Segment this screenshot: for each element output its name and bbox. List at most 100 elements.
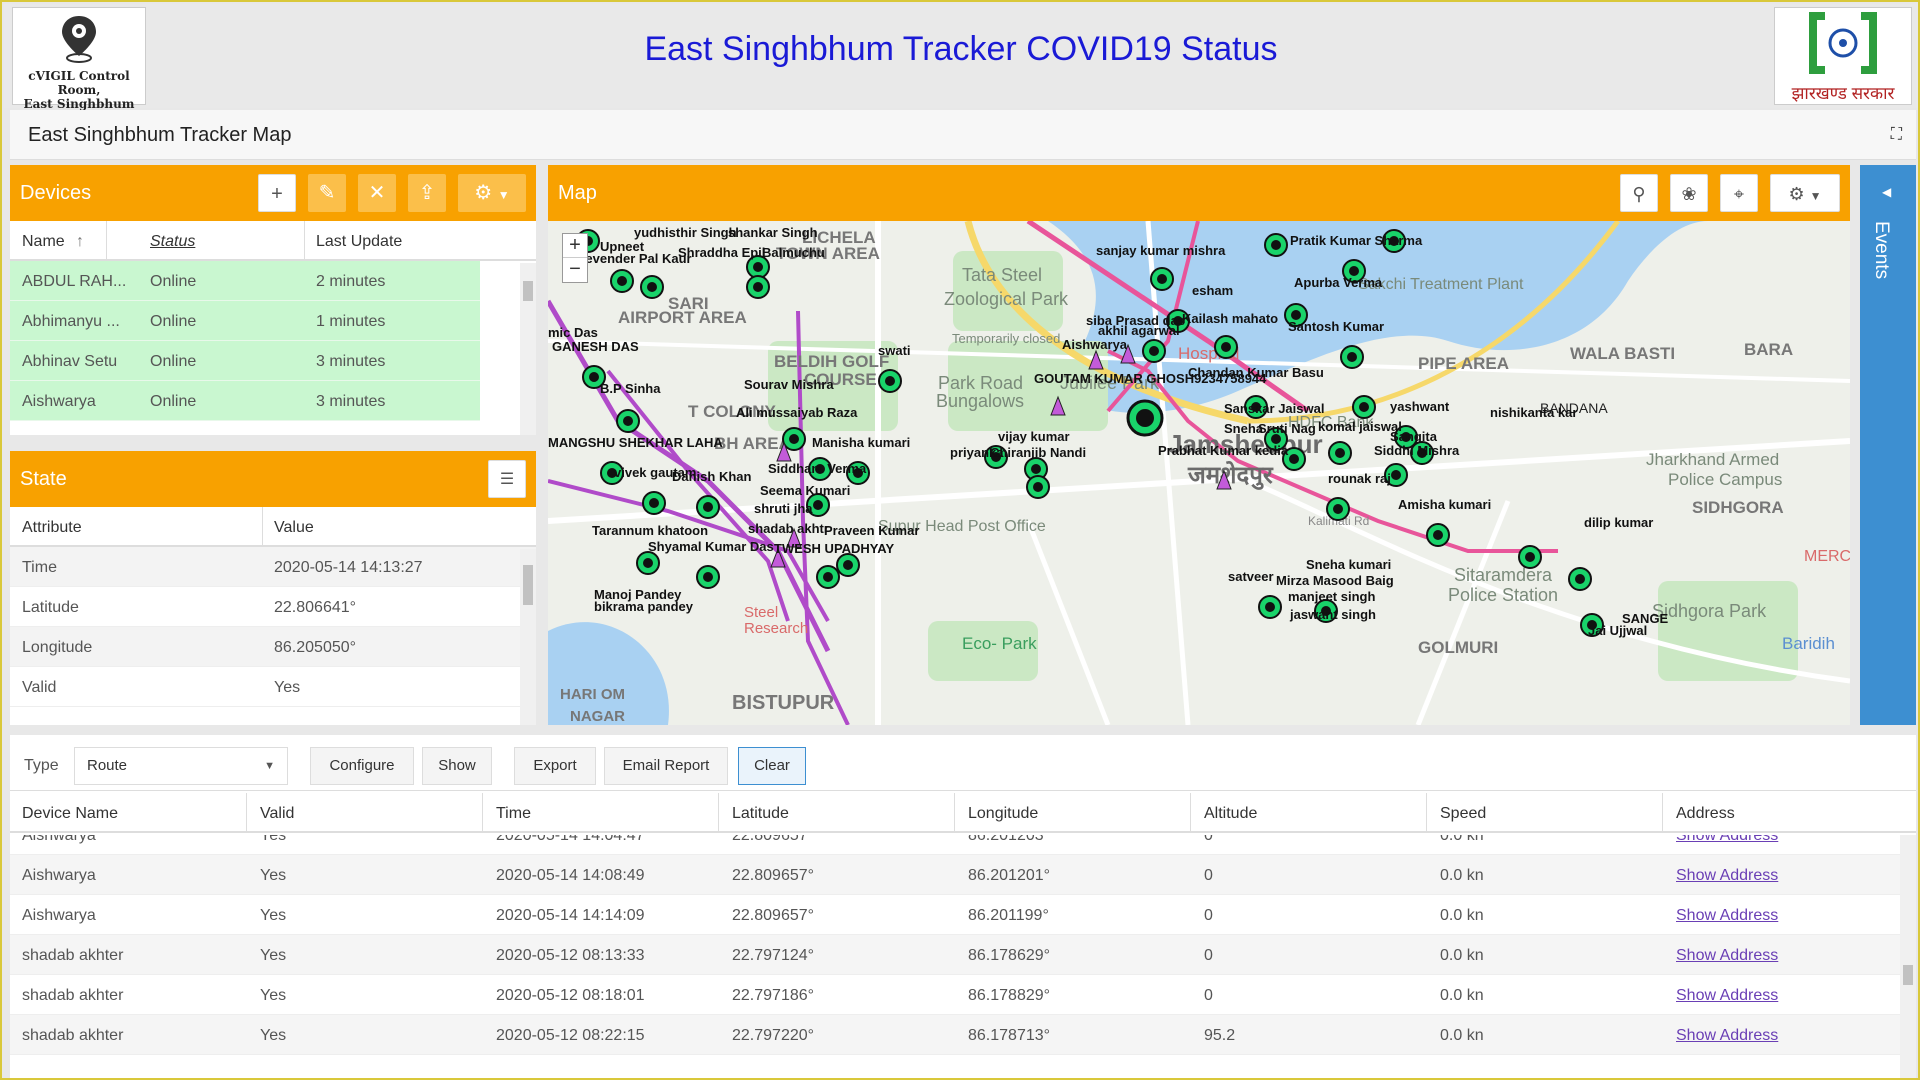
cell-speed: 0.0 kn — [1440, 1027, 1484, 1044]
cell-speed: 0.0 kn — [1440, 835, 1484, 844]
map-marker-label: nishikanta kar — [1490, 405, 1577, 420]
map-marker-label: Sangita — [1390, 429, 1438, 444]
col-valid[interactable]: Valid — [260, 805, 294, 823]
cell-speed: 0.0 kn — [1440, 987, 1484, 1004]
show-address-link[interactable]: Show Address — [1676, 835, 1778, 845]
clear-button[interactable]: Clear — [738, 747, 806, 785]
col-device-name[interactable]: Device Name — [22, 805, 118, 823]
list-icon[interactable]: ☰ — [488, 460, 526, 498]
map-marker-label: shankar Singh — [728, 225, 818, 240]
col-last-update[interactable]: Last Update — [316, 233, 402, 251]
cell-altitude: 95.2 — [1204, 1027, 1236, 1044]
device-row[interactable]: Abhinav Setu Online 3 minutes — [10, 341, 480, 381]
map-marker-person-icon — [1271, 240, 1281, 250]
device-settings-button[interactable]: ⚙ ▼ — [458, 174, 526, 212]
col-altitude[interactable]: Altitude — [1204, 805, 1257, 823]
chevron-down-icon: ▼ — [497, 188, 510, 202]
col-latitude[interactable]: Latitude — [732, 805, 789, 823]
show-address-link[interactable]: Show Address — [1676, 987, 1778, 1005]
report-toolbar: Type Route ▼ Configure Show Export Email… — [10, 735, 1916, 791]
state-title: State — [20, 468, 67, 490]
device-row[interactable]: Abhimanyu ... Online 1 minutes — [10, 301, 480, 341]
device-last-update: 2 minutes — [316, 273, 386, 290]
map-settings-button[interactable]: ⚙ ▼ — [1770, 174, 1840, 212]
map-marker-person-icon — [789, 434, 799, 444]
cell-device: Aishwarya — [22, 835, 96, 844]
cell-time: 2020-05-12 08:13:33 — [496, 947, 645, 964]
email-report-button[interactable]: Email Report — [604, 747, 728, 785]
export-button[interactable]: Export — [514, 747, 596, 785]
state-scrollbar[interactable] — [520, 549, 536, 725]
map-place-label: Park Road — [938, 373, 1023, 393]
col-time[interactable]: Time — [496, 805, 531, 823]
map-place-label: Steel — [744, 604, 778, 621]
map-marker-person-icon — [1433, 530, 1443, 540]
events-sidebar[interactable]: ◀ Events — [1860, 165, 1916, 725]
col-address[interactable]: Address — [1676, 805, 1735, 823]
tracker-map[interactable]: LICHELA TOWN AREA SARI AIRPORT AREA BELD… — [548, 221, 1850, 725]
col-speed[interactable]: Speed — [1440, 805, 1486, 823]
show-button[interactable]: Show — [422, 747, 492, 785]
report-type-select[interactable]: Route ▼ — [74, 747, 288, 785]
crosshair-icon[interactable]: ⌖ — [1720, 174, 1758, 212]
app-header: cVIGIL Control Room, East Singhbhum East… — [4, 4, 1918, 111]
upload-button[interactable]: ⇪ — [408, 174, 446, 212]
state-attribute: Longitude — [22, 639, 93, 656]
show-address-link[interactable]: Show Address — [1676, 867, 1778, 885]
report-scrollbar[interactable] — [1900, 835, 1916, 1078]
edit-device-button[interactable]: ✎ — [308, 174, 346, 212]
map-marker-person-icon — [1391, 470, 1401, 480]
map-area-label: BARA — [1744, 340, 1793, 359]
map-marker-label: Mirza Masood Baig — [1276, 573, 1394, 588]
report-row[interactable]: shadab akhter Yes 2020-05-12 08:13:33 22.79… — [10, 935, 1900, 975]
cell-device: shadab akhter — [22, 947, 124, 964]
cell-altitude: 0 — [1204, 867, 1213, 884]
col-longitude[interactable]: Longitude — [968, 805, 1038, 823]
map-place-label: Sidhgora Park — [1652, 601, 1767, 621]
cell-valid: Yes — [260, 835, 287, 844]
state-attribute: Time — [22, 559, 57, 576]
map-marker-label: sanjay kumar mishra — [1096, 243, 1226, 258]
map-marker-label: GANESH DAS — [552, 339, 639, 354]
report-row[interactable]: shadab akhter Yes 2020-05-12 08:18:01 22.79… — [10, 975, 1900, 1015]
map-marker-label: Sanskar Jaiswal — [1224, 401, 1324, 416]
state-attribute: Valid — [22, 679, 57, 696]
gear-icon: ⚙ — [1788, 184, 1805, 204]
remove-device-button[interactable]: ✕ — [358, 174, 396, 212]
devices-scrollbar[interactable] — [520, 263, 536, 435]
map-marker-label: B.P Sinha — [600, 381, 661, 396]
map-place-label: Zoological Park — [944, 289, 1069, 309]
device-row[interactable]: Aishwarya Online 3 minutes — [10, 381, 480, 421]
report-row[interactable]: Aishwarya Yes 2020-05-14 14:08:49 22.809657… — [10, 855, 1900, 895]
report-row[interactable]: shadab akhter Yes 2020-05-12 08:22:15 22.79… — [10, 1015, 1900, 1055]
configure-button[interactable]: Configure — [310, 747, 414, 785]
state-attribute: Latitude — [22, 599, 79, 616]
col-name[interactable]: Name — [22, 233, 65, 251]
cell-valid: Yes — [260, 947, 287, 964]
cell-time: 2020-05-14 14:08:49 — [496, 867, 645, 884]
zoom-out-button[interactable]: − — [563, 258, 587, 282]
report-row[interactable]: Aishwarya Yes 2020-05-14 14:04:47 22.809657… — [10, 835, 1900, 855]
device-row[interactable]: ABDUL RAH... Online 2 minutes — [10, 261, 480, 301]
map-place-label: Tata Steel — [962, 265, 1042, 285]
cell-time: 2020-05-12 08:18:01 — [496, 987, 645, 1004]
map-marker-label: Praveen Kumar — [824, 523, 919, 538]
zoom-in-button[interactable]: + — [563, 234, 587, 258]
map-area-label: BELDIH GOLF — [774, 352, 889, 371]
show-address-link[interactable]: Show Address — [1676, 1027, 1778, 1045]
app-frame: cVIGIL Control Room, East Singhbhum East… — [0, 0, 1920, 1080]
report-row[interactable]: Aishwarya Yes 2020-05-14 14:14:09 22.809657… — [10, 895, 1900, 935]
map-marker-label: Chiranjib Nandi — [990, 445, 1086, 460]
show-address-link[interactable]: Show Address — [1676, 907, 1778, 925]
map-marker-person-icon — [649, 498, 659, 508]
col-status[interactable]: Status — [150, 233, 195, 251]
paw-icon[interactable]: ❀ — [1670, 174, 1708, 212]
person-icon[interactable]: ⚲ — [1620, 174, 1658, 212]
map-zoom-control: + − — [562, 233, 588, 283]
map-marker-label: akhil agarwal — [1098, 323, 1180, 338]
show-address-link[interactable]: Show Address — [1676, 947, 1778, 965]
chevron-left-icon[interactable]: ◀ — [1882, 185, 1891, 199]
map-marker-person-icon — [703, 502, 713, 512]
add-device-button[interactable]: + — [258, 174, 296, 212]
fullscreen-icon[interactable]: ⛶ — [1891, 126, 1902, 144]
